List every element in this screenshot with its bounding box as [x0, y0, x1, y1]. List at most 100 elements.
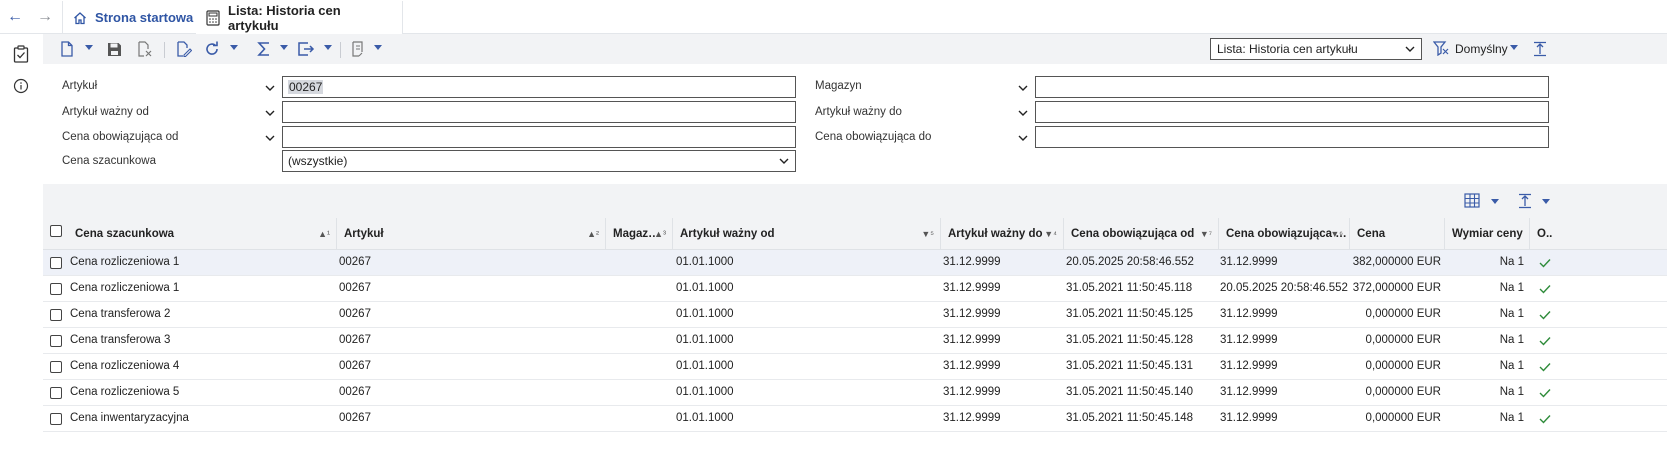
chevron-down-icon — [1405, 39, 1415, 67]
edit-document-icon[interactable] — [175, 40, 193, 58]
check-icon — [1539, 380, 1553, 405]
grid-layout-dropdown-caret-icon[interactable] — [1491, 199, 1499, 204]
discard-icon[interactable] — [136, 40, 154, 58]
grid-toolbar — [43, 184, 1667, 218]
refresh-dropdown-caret-icon[interactable] — [230, 45, 238, 50]
sort-asc-icon: ▲² — [587, 229, 599, 239]
back-arrow-icon[interactable]: ← — [6, 8, 24, 26]
save-icon[interactable] — [105, 40, 123, 58]
row-checkbox[interactable] — [50, 283, 62, 295]
table-row[interactable]: Cena transferowa 2 00267 01.01.1000 31.1… — [43, 302, 1667, 328]
home-icon — [73, 11, 87, 25]
column-header[interactable]: Artykuł ▲² — [336, 218, 605, 250]
tab-price-history[interactable]: Lista: Historia cen artykułu — [196, 1, 403, 34]
defaults-dropdown-caret-icon[interactable] — [1510, 45, 1518, 50]
price-from-label: Cena obowiązująca od — [62, 131, 179, 143]
sum-icon[interactable] — [255, 40, 273, 58]
info-icon[interactable] — [11, 76, 31, 96]
column-header[interactable]: Cena obowiązująca … ▼⁶ — [1218, 218, 1349, 250]
tab-home-label: Strona startowa — [95, 10, 194, 25]
sort-desc-icon: ▼⁷ — [1199, 229, 1212, 239]
column-header[interactable]: Artykuł ważny do ▼⁴ — [940, 218, 1063, 250]
row-checkbox[interactable] — [50, 335, 62, 347]
chevron-down-icon — [779, 151, 789, 179]
article-input[interactable]: 00267 — [282, 76, 796, 98]
print-icon[interactable] — [348, 40, 366, 58]
warehouse-input[interactable] — [1035, 76, 1549, 98]
table-row[interactable]: Cena rozliczeniowa 5 00267 01.01.1000 31… — [43, 380, 1667, 406]
row-checkbox[interactable] — [50, 309, 62, 321]
chevron-down-icon[interactable] — [264, 132, 276, 144]
valid-to-input[interactable] — [1035, 101, 1549, 123]
column-header[interactable]: Magaz… ▲³ — [605, 218, 672, 250]
left-rail — [0, 34, 43, 470]
export-dropdown-caret-icon[interactable] — [324, 45, 332, 50]
filter-panel: Artykuł 00267 Magazyn Artykuł ważny od A… — [43, 64, 1667, 184]
chevron-down-icon[interactable] — [1017, 82, 1029, 94]
main-toolbar: Lista: Historia cen artykułu Domyślny — [43, 34, 1667, 64]
chevron-down-icon[interactable] — [1017, 107, 1029, 119]
warehouse-label: Magazyn — [815, 80, 862, 92]
sort-asc-icon: ▲¹ — [318, 229, 330, 239]
print-dropdown-caret-icon[interactable] — [374, 45, 382, 50]
price-to-input[interactable] — [1035, 126, 1549, 148]
column-header[interactable]: Wymiar ceny — [1444, 218, 1529, 250]
chevron-down-icon[interactable] — [1017, 132, 1029, 144]
sort-asc-icon: ▲³ — [654, 229, 666, 239]
clipboard-check-icon[interactable] — [11, 44, 31, 64]
valid-from-input[interactable] — [282, 101, 796, 123]
chevron-down-icon[interactable] — [264, 107, 276, 119]
check-icon — [1539, 250, 1553, 275]
table-row[interactable]: Cena rozliczeniowa 1 00267 01.01.1000 31… — [43, 250, 1667, 276]
sum-dropdown-caret-icon[interactable] — [280, 45, 288, 50]
table-row[interactable]: Cena rozliczeniowa 4 00267 01.01.1000 31… — [43, 354, 1667, 380]
sort-desc-icon: ▼⁶ — [1330, 229, 1343, 239]
price-to-label: Cena obowiązująca do — [815, 131, 932, 143]
calculator-icon — [206, 9, 220, 26]
estimated-price-label: Cena szacunkowa — [62, 155, 156, 167]
estimated-price-select[interactable]: (wszystkie) — [282, 150, 796, 172]
check-icon — [1539, 302, 1553, 327]
row-checkbox[interactable] — [50, 387, 62, 399]
row-checkbox[interactable] — [50, 361, 62, 373]
row-checkbox[interactable] — [50, 257, 62, 269]
table-header: Cena szacunkowa ▲¹ Artykuł ▲² Magaz… ▲³ Art… — [43, 218, 1667, 250]
price-from-input[interactable] — [282, 126, 796, 148]
column-header[interactable]: Cena — [1349, 218, 1444, 250]
valid-from-label: Artykuł ważny od — [62, 106, 149, 118]
sort-desc-icon: ▼⁵ — [921, 229, 934, 239]
check-icon — [1539, 276, 1553, 301]
view-select-value: Lista: Historia cen artykułu — [1217, 42, 1358, 56]
column-header[interactable]: O.. — [1529, 218, 1563, 250]
check-icon — [1539, 328, 1553, 353]
column-header[interactable]: Cena szacunkowa ▲¹ — [68, 218, 336, 250]
tab-price-history-label: Lista: Historia cen artykułu — [228, 2, 341, 33]
forward-arrow-icon[interactable]: → — [36, 8, 54, 26]
tab-home[interactable]: Strona startowa — [62, 1, 207, 34]
view-select[interactable]: Lista: Historia cen artykułu — [1210, 38, 1422, 60]
tab-bar: ← → Strona startowa Lista: Historia cen … — [0, 0, 1667, 34]
table-row[interactable]: Cena rozliczeniowa 1 00267 01.01.1000 31… — [43, 276, 1667, 302]
new-document-icon[interactable] — [58, 40, 76, 58]
row-checkbox[interactable] — [50, 413, 62, 425]
valid-to-label: Artykuł ważny do — [815, 106, 902, 118]
table-row[interactable]: Cena inwentaryzacyjna 00267 01.01.1000 3… — [43, 406, 1667, 432]
refresh-icon[interactable] — [203, 40, 221, 58]
check-icon — [1539, 354, 1553, 379]
export-icon[interactable] — [297, 40, 315, 58]
defaults-button[interactable]: Domyślny — [1432, 40, 1508, 59]
column-header[interactable]: Artykuł ważny od ▼⁵ — [672, 218, 940, 250]
row-height-dropdown-caret-icon[interactable] — [1542, 199, 1550, 204]
estimated-price-value: (wszystkie) — [288, 154, 348, 168]
check-icon — [1539, 406, 1553, 431]
collapse-filters-icon[interactable] — [1531, 40, 1549, 58]
article-label: Artykuł — [62, 80, 98, 92]
filter-settings-icon — [1432, 40, 1449, 59]
table-row[interactable]: Cena transferowa 3 00267 01.01.1000 31.1… — [43, 328, 1667, 354]
grid-layout-icon[interactable] — [1464, 192, 1482, 210]
chevron-down-icon[interactable] — [264, 82, 276, 94]
column-header[interactable]: Cena obowiązująca od ▼⁷ — [1063, 218, 1218, 250]
row-height-icon[interactable] — [1516, 192, 1534, 210]
new-dropdown-caret-icon[interactable] — [85, 45, 93, 50]
select-all-checkbox[interactable] — [50, 225, 62, 237]
